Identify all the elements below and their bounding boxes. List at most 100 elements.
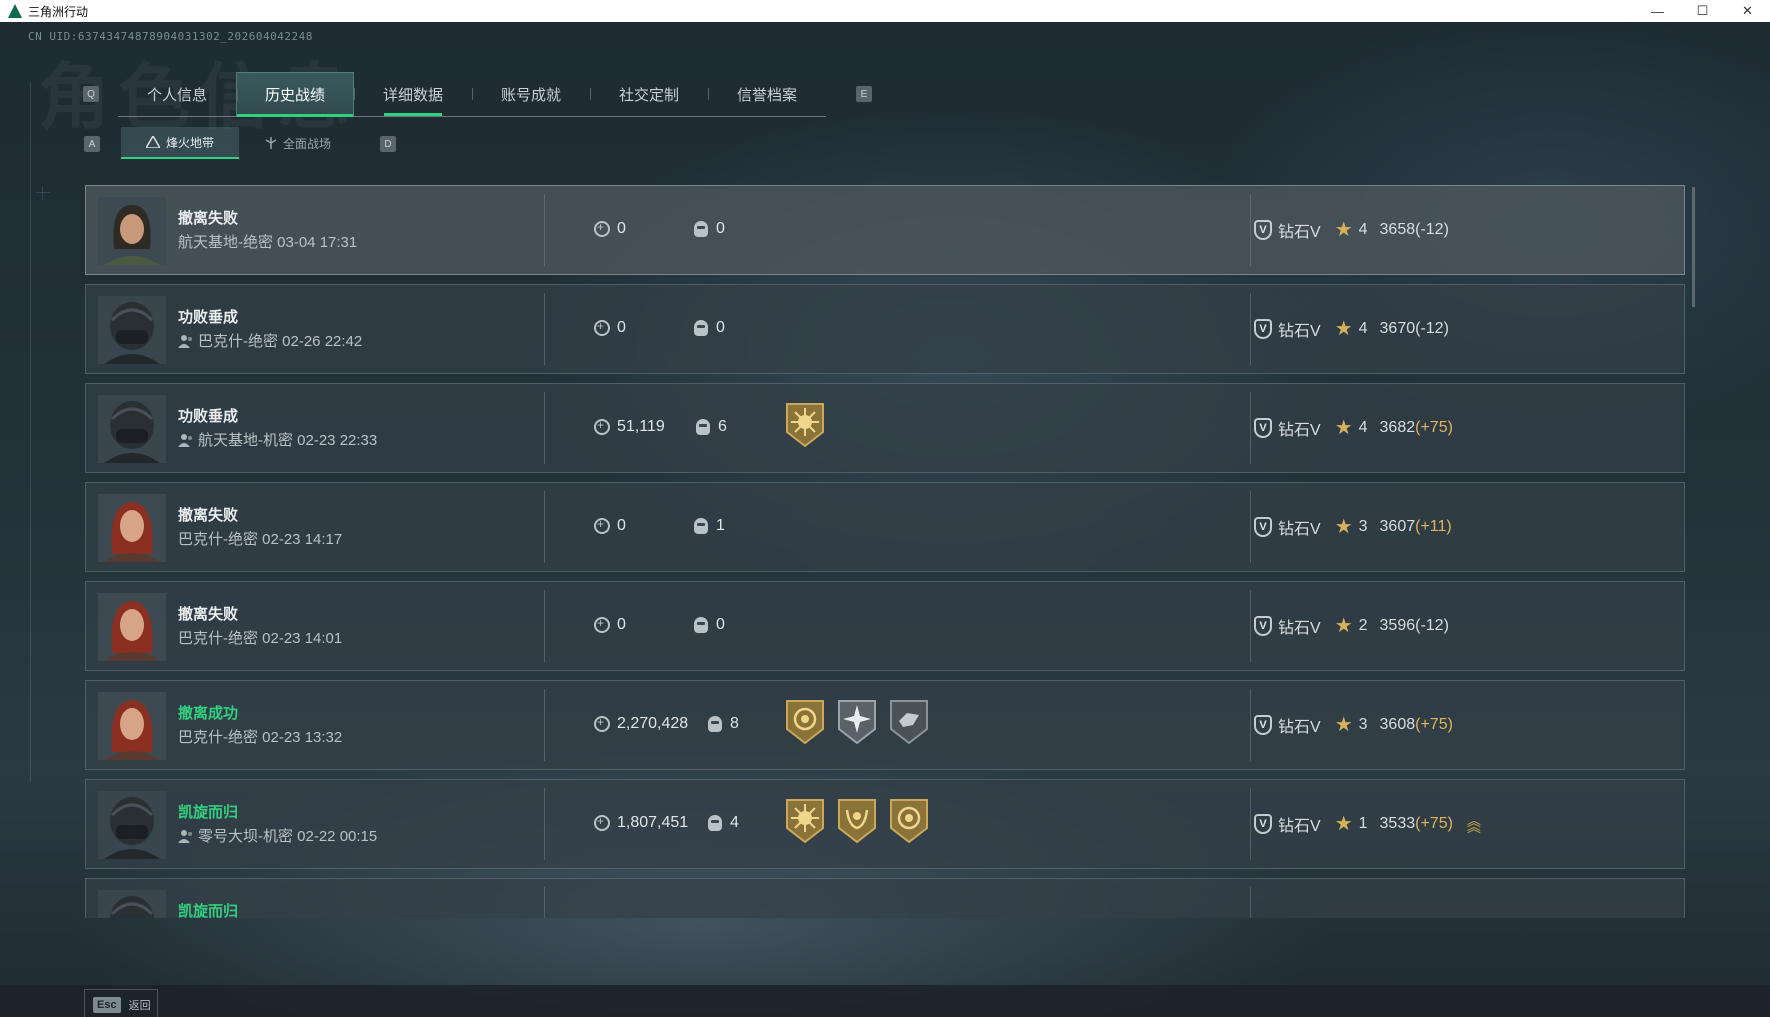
coin-badge-icon[interactable] — [785, 699, 825, 745]
tab-match-history[interactable]: 历史战绩 — [236, 72, 354, 117]
operator-avatar — [98, 296, 166, 364]
promotion-chevron-icon: ︽ ︽ — [1466, 812, 1481, 835]
match-map-time: 巴克什-绝密 02-23 13:32 — [178, 726, 342, 747]
match-row[interactable]: 功败垂成巴克什-绝密 02-26 22:42 0 0 V 钻石V ★ 4 3670(-12) — [85, 284, 1685, 374]
minimize-button[interactable]: — — [1635, 0, 1680, 22]
row-divider — [1250, 590, 1251, 662]
loot-value: 0 — [594, 220, 626, 238]
match-row[interactable]: 撤离成功巴克什-绝密 02-23 13:32 2,270,428 8 V 钻石V ★ 3 36… — [85, 680, 1685, 770]
subtab-full-battlefield[interactable]: 全面战场 — [239, 127, 357, 159]
rank-score: 3658 — [1379, 220, 1416, 238]
rank-delta: (+11) — [1415, 517, 1452, 535]
rank-info: V 钻石V ★ 1 3533 (+75) ︽ ︽ — [1254, 811, 1481, 836]
rank-info: V 钻石V ★ 4 3682 (+75) — [1254, 415, 1453, 440]
loot-value: 0 — [594, 616, 626, 634]
rank-v-icon: V — [1254, 318, 1272, 339]
rank-score: 3682 — [1379, 418, 1416, 436]
rank-name: 钻石V — [1278, 223, 1321, 241]
skull-icon — [696, 419, 710, 435]
match-result: 功败垂成 — [178, 309, 239, 326]
kill-count-text: 6 — [718, 418, 727, 435]
coin-icon — [594, 616, 610, 633]
shield-badge-icon[interactable] — [889, 699, 929, 745]
match-row[interactable]: 撤离失败巴克什-绝密 02-23 14:01 0 0 V 钻石V ★ 2 3596(-12) — [85, 581, 1685, 671]
rank-info: V 钻石V ★ 3 3608 (+75) — [1254, 712, 1453, 737]
skull-icon — [694, 617, 708, 633]
sun-badge-icon[interactable] — [785, 798, 825, 844]
row-divider — [1250, 392, 1251, 464]
rank-score: 3608 — [1379, 715, 1416, 733]
star-icon: ★ — [1334, 516, 1353, 538]
main-tabs: 个人信息 历史战绩 详细数据 账号成就 社交定制 信誉档案 — [118, 72, 826, 117]
star-icon: ★ — [1334, 813, 1353, 835]
map-time-text: 航天基地-绝密 03-04 17:31 — [178, 234, 358, 251]
laurel-badge-icon[interactable] — [837, 798, 877, 844]
kill-count-text: 0 — [716, 616, 725, 633]
skull-icon — [694, 320, 708, 336]
match-row[interactable]: 凯旋而归 — [85, 878, 1685, 918]
map-time-text: 零号大坝-机密 02-22 00:15 — [198, 828, 378, 845]
decor-line — [42, 186, 43, 200]
maximize-button[interactable]: ☐ — [1680, 0, 1725, 22]
match-result: 凯旋而归 — [178, 903, 239, 918]
coin-icon — [594, 220, 610, 237]
operator-avatar — [98, 197, 166, 265]
sun-badge-icon[interactable] — [785, 402, 825, 448]
rank-v-icon: V — [1254, 615, 1272, 636]
scrollbar[interactable] — [1692, 187, 1695, 307]
kill-count: 0 — [694, 616, 725, 634]
rank-delta: (-12) — [1415, 319, 1449, 337]
tab-social-custom[interactable]: 社交定制 — [590, 72, 708, 116]
kill-count-text: 0 — [716, 220, 725, 237]
coin-icon — [594, 814, 610, 831]
operator-avatar — [98, 890, 166, 918]
row-divider — [544, 788, 545, 860]
match-history-list: 撤离失败航天基地-绝密 03-04 17:3100V钻石V★43658(-12)… — [85, 185, 1685, 918]
kill-count: 6 — [696, 418, 727, 436]
back-button[interactable]: Esc 返回 — [84, 989, 158, 1017]
tab-personal-info[interactable]: 个人信息 — [118, 72, 236, 116]
rank-delta: (+75) — [1415, 715, 1453, 733]
match-row[interactable]: 撤离失败巴克什-绝密 02-23 14:17 0 1 V 钻石V ★ 3 3607(+11) — [85, 482, 1685, 572]
rank-info: V 钻石V ★ 3 3607 (+11) — [1254, 514, 1452, 539]
key-hint-a: A — [84, 136, 100, 152]
rank-score: 3596 — [1379, 616, 1416, 634]
key-hint-d: D — [380, 136, 396, 152]
operator-avatar — [98, 593, 166, 661]
close-button[interactable]: ✕ — [1725, 0, 1770, 22]
row-divider — [544, 887, 545, 918]
star-icon: ★ — [1334, 417, 1353, 439]
operator-avatar — [98, 791, 166, 859]
match-row[interactable]: 功败垂成航天基地-机密 02-23 22:33 51,119 6 V 钻石V ★ 4 3682… — [85, 383, 1685, 473]
row-divider — [1250, 194, 1251, 266]
squad-icon — [178, 433, 192, 447]
subtab-hazard-zone[interactable]: 烽火地带 — [121, 127, 239, 159]
player-uid: CN UID:6374347487890403130​2_20260404224… — [28, 30, 313, 43]
key-hint-q: Q — [83, 86, 99, 102]
row-divider — [1250, 887, 1251, 918]
match-map-time: 巴克什-绝密 02-23 14:17 — [178, 528, 342, 549]
loot-value: 51,119 — [594, 418, 665, 436]
loot-value-text: 51,119 — [617, 418, 665, 435]
burst-badge-icon[interactable] — [837, 699, 877, 745]
kill-count-text: 1 — [716, 517, 725, 534]
tab-credit-record[interactable]: 信誉档案 — [708, 72, 826, 116]
row-divider — [544, 293, 545, 365]
match-row[interactable]: 凯旋而归零号大坝-机密 02-22 00:15 1,807,451 4 V 钻石V ★ 13… — [85, 779, 1685, 869]
loot-value-text: 0 — [617, 220, 626, 237]
tab-detailed-data[interactable]: 详细数据 — [354, 72, 472, 116]
match-result: 凯旋而归 — [178, 804, 239, 821]
match-row[interactable]: 撤离失败航天基地-绝密 03-04 17:31 0 0 V 钻石V ★ 4 3658(-12) — [85, 185, 1685, 275]
match-result: 撤离失败 — [178, 507, 239, 524]
subtab-label: 烽火地带 — [165, 135, 214, 150]
rank-v-icon: V — [1254, 219, 1272, 240]
loot-value-text: 2,270,428 — [617, 715, 689, 732]
coin-badge-icon[interactable] — [889, 798, 929, 844]
kill-count: 0 — [694, 319, 725, 337]
kill-count-text: 8 — [730, 715, 739, 732]
rank-score: 3607 — [1379, 517, 1416, 535]
coin-icon — [594, 319, 610, 336]
map-time-text: 巴克什-绝密 02-23 13:32 — [178, 729, 343, 746]
tab-achievements[interactable]: 账号成就 — [472, 72, 590, 116]
rank-name: 钻石V — [1278, 718, 1321, 736]
